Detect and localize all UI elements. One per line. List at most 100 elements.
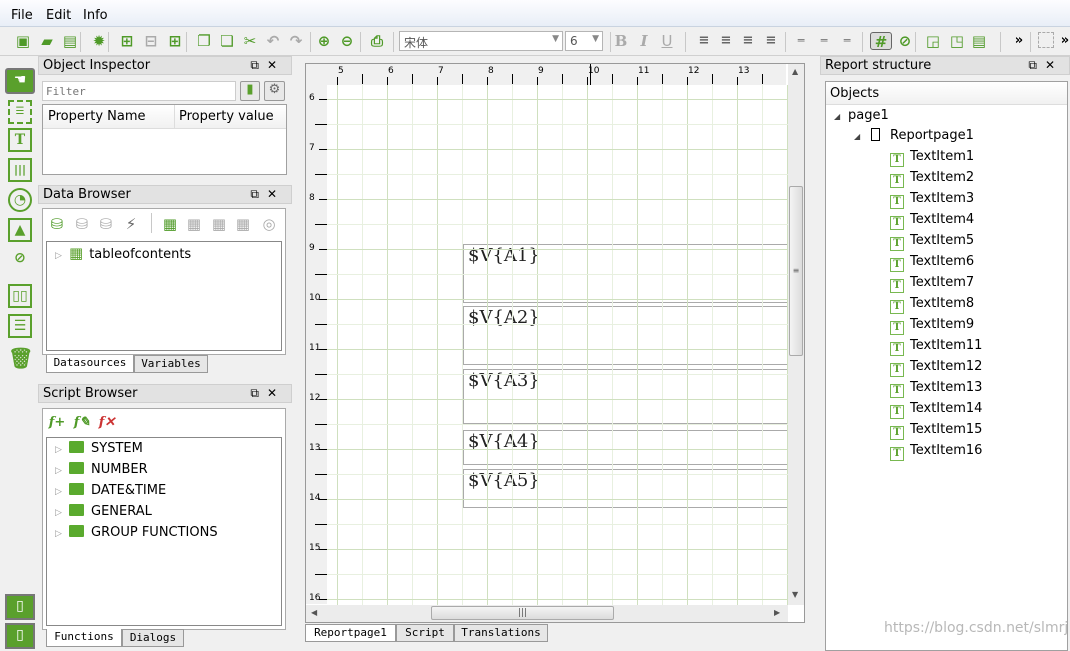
tree-item-textitem[interactable]: T TextItem14 — [890, 399, 982, 419]
close-icon[interactable]: ✕ — [1045, 58, 1063, 72]
horizontal-scrollbar[interactable]: ◀ ||| ▶ — [306, 605, 788, 622]
add-table-icon[interactable]: ▦ — [161, 215, 179, 233]
vertical-scroll-thumb[interactable]: ≡ — [789, 186, 803, 356]
align-left-icon[interactable]: ≡ — [695, 32, 713, 50]
menu-info[interactable]: Info — [83, 8, 108, 23]
layout-toggle-icon[interactable]: ▯ — [5, 594, 35, 620]
delete-datasource-icon[interactable]: ⛁ — [97, 215, 115, 233]
clear-filter-button[interactable]: ▮ — [240, 81, 260, 101]
zoom-out-icon[interactable]: ⊖ — [338, 32, 356, 50]
float-icon[interactable]: ⧉ — [250, 386, 267, 400]
tree-item-textitem[interactable]: T TextItem1 — [890, 147, 974, 167]
scroll-right-icon[interactable]: ▶ — [774, 608, 780, 617]
tree-item-reportpage1[interactable]: ◢ Reportpage1 — [854, 126, 974, 146]
columns-tool-icon[interactable]: ▯▯ — [8, 284, 32, 308]
vertical-scrollbar[interactable]: ▲ ≡ ▼ — [788, 64, 804, 605]
print-preview-icon[interactable]: ⎙ — [368, 32, 386, 50]
tab-translations[interactable]: Translations — [454, 624, 548, 642]
tree-item-textitem[interactable]: T TextItem13 — [890, 378, 982, 398]
tab-datasources[interactable]: Datasources — [46, 355, 134, 373]
tree-item-function-group[interactable]: ▷ GROUP FUNCTIONS — [55, 523, 218, 543]
add-dialog-icon[interactable]: ⊞ — [166, 32, 184, 50]
horizontal-scroll-thumb[interactable]: ||| — [431, 606, 614, 620]
column-header-property-value[interactable]: Property value — [174, 105, 278, 129]
tree-item-page1[interactable]: ◢ page1 — [834, 106, 889, 126]
scroll-down-icon[interactable]: ▼ — [792, 590, 798, 599]
float-icon[interactable]: ⧉ — [250, 187, 267, 201]
add-page-icon[interactable]: ⊞ — [118, 32, 136, 50]
valign-top-icon[interactable]: ═ — [792, 32, 810, 50]
close-icon[interactable]: ✕ — [267, 58, 285, 72]
settings-button[interactable]: ⚙ — [264, 81, 285, 101]
toolbar-overflow-icon[interactable]: » — [1010, 32, 1028, 50]
scroll-up-icon[interactable]: ▲ — [792, 67, 798, 76]
expand-icon[interactable]: ▷ — [55, 461, 69, 481]
layout-toggle-icon-2[interactable]: ▯ — [5, 623, 35, 649]
menu-file[interactable]: File — [11, 8, 33, 23]
copy-icon[interactable]: ❐ — [195, 32, 213, 50]
tree-item-textitem[interactable]: T TextItem15 — [890, 420, 982, 440]
edit-table-icon[interactable]: ▦ — [210, 215, 228, 233]
delete-function-icon[interactable]: f✕ — [98, 414, 116, 432]
edit-function-icon[interactable]: f✎ — [73, 414, 91, 432]
cut-icon[interactable]: ✂ — [241, 32, 259, 50]
tree-item-function-group[interactable]: ▷ NUMBER — [55, 460, 148, 480]
tab-dialogs[interactable]: Dialogs — [122, 629, 184, 647]
select-tool-icon[interactable]: ☚ — [5, 68, 35, 94]
barcode-tool-icon[interactable]: ||| — [8, 158, 32, 182]
collapse-icon[interactable]: ◢ — [854, 127, 868, 147]
column-header-property-name[interactable]: Property Name — [48, 109, 146, 124]
tree-item-function-group[interactable]: ▷ GENERAL — [55, 502, 152, 522]
delete-tool-icon[interactable]: 🗑 — [8, 348, 33, 372]
align-right-icon[interactable]: ≡ — [739, 32, 757, 50]
connect-icon[interactable]: ⚡ — [122, 215, 140, 233]
close-icon[interactable]: ✕ — [267, 386, 285, 400]
expand-icon[interactable]: ▷ — [55, 246, 69, 266]
text-item-tool-icon[interactable]: T — [8, 128, 32, 152]
report-design-canvas[interactable]: 5 6 7 8 9 10 11 12 13 6 7 8 9 10 11 12 13 14 15 16 $V{A1} $… — [305, 63, 805, 623]
close-icon[interactable]: ✕ — [267, 187, 285, 201]
scroll-left-icon[interactable]: ◀ — [311, 608, 317, 617]
tree-item-textitem[interactable]: T TextItem9 — [890, 315, 974, 335]
tab-variables[interactable]: Variables — [134, 355, 208, 373]
chart-tool-icon[interactable]: ◔ — [8, 188, 32, 212]
tree-item-textitem[interactable]: T TextItem16 — [890, 441, 982, 461]
bring-front-icon[interactable]: ◲ — [924, 32, 942, 50]
align-objects-icon[interactable]: ▤ — [970, 32, 988, 50]
valign-bottom-icon[interactable]: ═ — [838, 32, 856, 50]
zoom-in-icon[interactable]: ⊕ — [315, 32, 333, 50]
select-frame-icon[interactable] — [1038, 32, 1054, 48]
new-report-icon[interactable]: ▣ — [14, 32, 32, 50]
filter-input[interactable] — [42, 81, 236, 101]
edit-datasource-icon[interactable]: ⛁ — [73, 215, 91, 233]
paste-icon[interactable]: ❏ — [218, 32, 236, 50]
expand-icon[interactable]: ▷ — [55, 524, 69, 544]
expand-icon[interactable]: ▷ — [55, 503, 69, 523]
undo-icon[interactable]: ↶ — [264, 32, 282, 50]
tree-item-textitem[interactable]: T TextItem3 — [890, 189, 974, 209]
italic-button[interactable]: I — [635, 32, 653, 50]
expand-icon[interactable]: ▷ — [55, 440, 69, 460]
objects-column-header[interactable]: Objects — [826, 82, 1067, 105]
bold-button[interactable]: B — [612, 32, 630, 50]
tree-item-textitem[interactable]: T TextItem11 — [890, 336, 982, 356]
shape-tool-icon[interactable]: ⊘ — [8, 248, 32, 272]
underline-button[interactable]: U — [658, 32, 676, 50]
tree-item-textitem[interactable]: T TextItem5 — [890, 231, 974, 251]
tree-item-tableofcontents[interactable]: ▷ ▦ tableofcontents — [55, 243, 191, 263]
font-family-select[interactable]: 宋体 ▼ — [399, 31, 563, 51]
valign-middle-icon[interactable]: ═ — [815, 32, 833, 50]
open-icon[interactable]: ▰ — [38, 32, 56, 50]
add-function-icon[interactable]: f+ — [48, 414, 66, 432]
tree-item-function-group[interactable]: ▷ DATE&TIME — [55, 481, 166, 501]
tree-item-textitem[interactable]: T TextItem8 — [890, 294, 974, 314]
tree-item-textitem[interactable]: T TextItem7 — [890, 273, 974, 293]
band-tool-icon[interactable]: ☰ — [8, 100, 32, 124]
expand-icon[interactable]: ▷ — [55, 482, 69, 502]
tree-item-function-group[interactable]: ▷ SYSTEM — [55, 439, 143, 459]
redo-icon[interactable]: ↷ — [287, 32, 305, 50]
tree-item-textitem[interactable]: T TextItem2 — [890, 168, 974, 188]
tab-script[interactable]: Script — [396, 624, 454, 642]
magnet-icon[interactable]: ⊘ — [896, 32, 914, 50]
info-icon[interactable]: ◎ — [260, 215, 278, 233]
